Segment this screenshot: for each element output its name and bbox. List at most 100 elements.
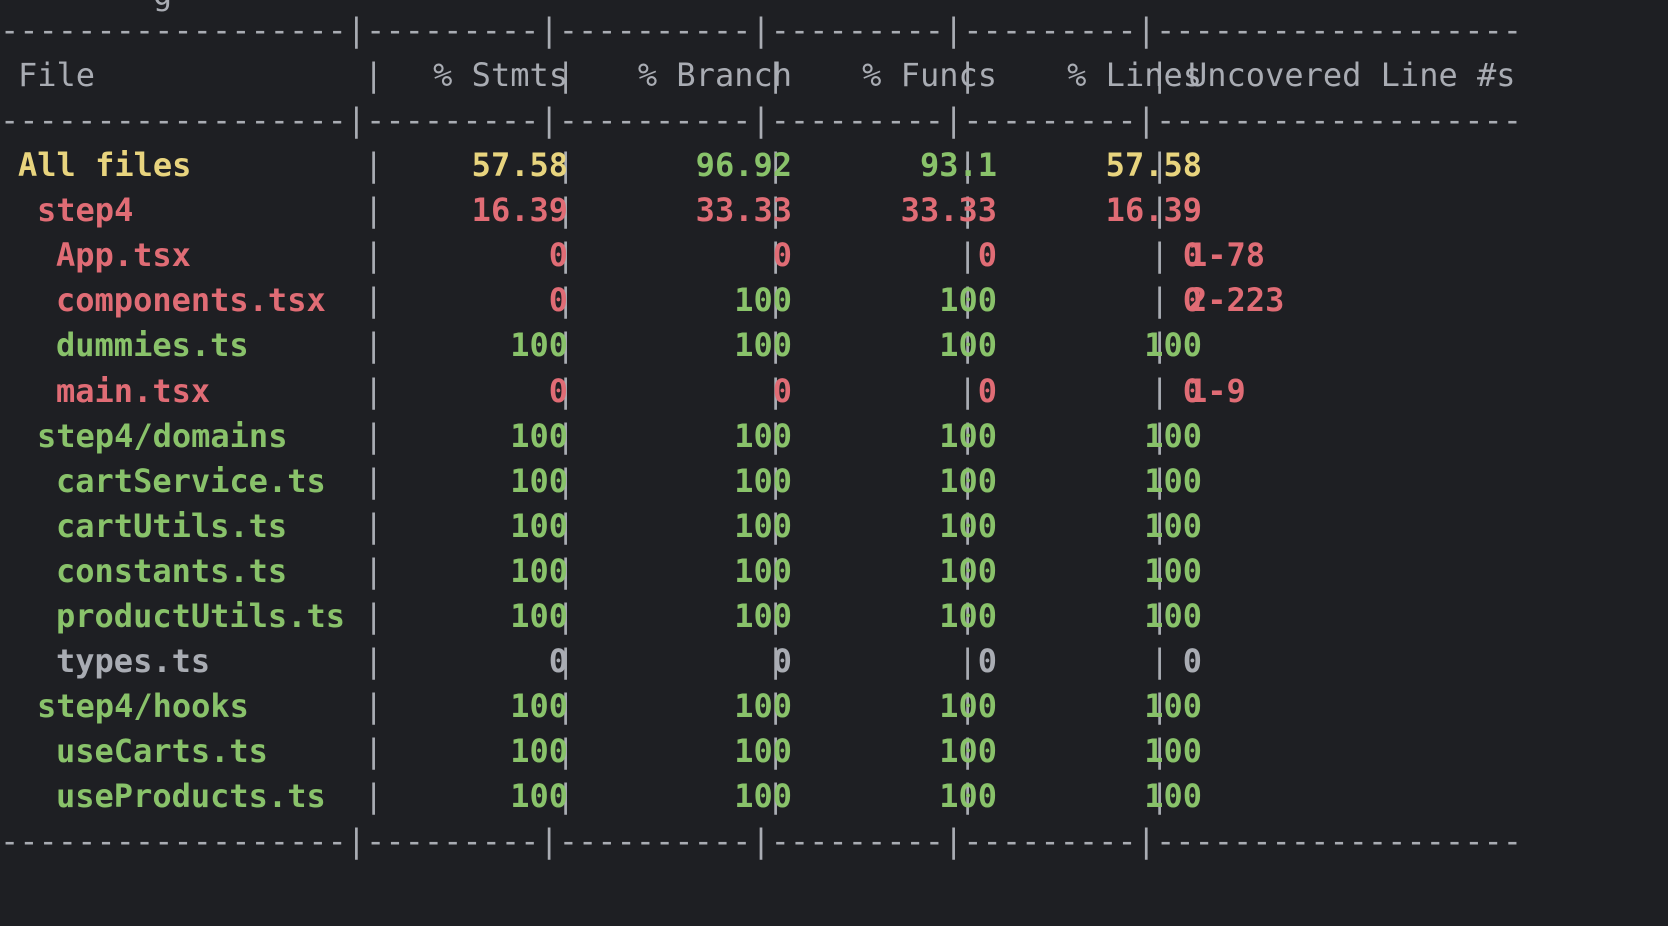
cell-lines: 16.39 — [1105, 191, 1202, 230]
cell-funcs: 100 — [939, 281, 997, 320]
cell-lines: 100 — [1144, 416, 1202, 455]
cell-lines: 100 — [1144, 732, 1202, 771]
cell-stmts: 0 — [548, 236, 568, 275]
table-row: productUtils.ts | | | | | 100 100 100 100 — [0, 592, 1668, 640]
cell-branch: 100 — [734, 777, 792, 816]
column-divider: | — [364, 732, 384, 771]
cell-lines: 0 — [1182, 642, 1202, 681]
cell-stmts: 0 — [548, 281, 568, 320]
cell-lines: 100 — [1144, 506, 1202, 545]
cell-file: step4/hooks — [37, 687, 249, 726]
cell-funcs: 0 — [977, 642, 997, 681]
cell-stmts: 0 — [548, 371, 568, 410]
cell-file: useProducts.ts — [56, 777, 326, 816]
table-row: dummies.ts | | | | | 100 100 100 100 — [0, 321, 1668, 369]
cell-branch: 100 — [734, 551, 792, 590]
header-stmts: % Stmts — [433, 56, 568, 94]
cell-lines: 100 — [1144, 687, 1202, 726]
cell-funcs: 100 — [939, 687, 997, 726]
table-row: main.tsx | | | | | 0 0 0 0 1-9 — [0, 367, 1668, 415]
cell-lines: 100 — [1144, 551, 1202, 590]
cell-uncovered-lines: 2-223 — [1188, 281, 1285, 320]
cell-funcs: 100 — [939, 461, 997, 500]
column-divider: | — [364, 191, 384, 230]
cell-branch: 100 — [734, 687, 792, 726]
cell-file: productUtils.ts — [56, 597, 345, 635]
table-row: useProducts.ts | | | | | 100 100 100 100 — [0, 772, 1668, 820]
cell-file: cartService.ts — [56, 461, 326, 500]
column-divider: | — [364, 551, 384, 590]
cell-stmts: 100 — [510, 461, 568, 500]
cell-file: step4/domains — [37, 416, 288, 455]
cell-stmts: 100 — [510, 687, 568, 726]
cell-funcs: 100 — [939, 326, 997, 365]
column-divider: | — [364, 416, 384, 455]
cell-branch: 100 — [734, 506, 792, 545]
cell-file: main.tsx — [56, 371, 211, 410]
table-separator-header: ------------------|---------|----------|… — [0, 101, 1522, 139]
header-uncovered: Uncovered Line #s — [1188, 56, 1516, 94]
cell-branch: 100 — [734, 326, 792, 365]
cell-lines: 100 — [1144, 777, 1202, 816]
cell-lines: 57.58 — [1105, 146, 1202, 184]
cell-file: step4 — [37, 191, 134, 230]
cell-file: dummies.ts — [56, 326, 249, 365]
cell-funcs: 93.1 — [919, 146, 997, 184]
cell-lines: 100 — [1144, 461, 1202, 500]
cell-branch: 33.33 — [695, 191, 792, 230]
cell-branch: 100 — [734, 281, 792, 320]
column-divider: | — [364, 281, 384, 320]
terminal-window: ──── g ------------------|---------|----… — [0, 0, 1668, 926]
cell-funcs: 100 — [939, 732, 997, 771]
column-divider: | — [958, 56, 978, 94]
column-divider: | — [556, 56, 576, 94]
cell-uncovered-lines: 1-9 — [1188, 371, 1246, 410]
cell-stmts: 100 — [510, 506, 568, 545]
cell-stmts: 100 — [510, 551, 568, 590]
cell-funcs: 100 — [939, 506, 997, 545]
cell-funcs: 100 — [939, 777, 997, 816]
cell-file: App.tsx — [56, 236, 191, 275]
cell-branch: 100 — [734, 416, 792, 455]
column-divider: | — [364, 461, 384, 500]
column-divider: | — [364, 597, 384, 635]
cell-file: useCarts.ts — [56, 732, 268, 771]
cell-file: types.ts — [56, 642, 211, 681]
cell-stmts: 100 — [510, 416, 568, 455]
cell-stmts: 57.58 — [471, 146, 568, 184]
cell-branch: 0 — [772, 371, 792, 410]
cell-funcs: 100 — [939, 551, 997, 590]
column-divider: | — [364, 506, 384, 545]
cell-stmts: 100 — [510, 326, 568, 365]
cell-branch: 0 — [772, 642, 792, 681]
column-divider: | — [364, 642, 384, 681]
cell-branch: 0 — [772, 236, 792, 275]
column-divider: | — [364, 236, 384, 275]
column-divider: | — [364, 56, 384, 94]
column-divider: | — [364, 326, 384, 365]
cell-stmts: 100 — [510, 732, 568, 771]
column-divider: | — [364, 777, 384, 816]
table-row: step4/hooks | | | | | 100 100 100 100 — [0, 682, 1668, 730]
cell-branch: 100 — [734, 597, 792, 635]
cell-funcs: 100 — [939, 416, 997, 455]
table-row: constants.ts | | | | | 100 100 100 100 — [0, 547, 1668, 595]
cell-stmts: 0 — [548, 642, 568, 681]
table-separator-bottom: ------------------|---------|----------|… — [0, 822, 1522, 860]
cell-uncovered-lines: 1-78 — [1188, 236, 1266, 275]
table-row: step4/domains | | | | | 100 100 100 100 — [0, 412, 1668, 460]
cell-file: constants.ts — [56, 551, 288, 590]
header-file: File — [18, 56, 96, 94]
header-lines: % Lines — [1067, 56, 1202, 94]
column-divider: | — [364, 146, 384, 184]
column-divider: | — [364, 371, 384, 410]
table-header: File | % Stmts | % Branch | % Funcs | % … — [0, 51, 1668, 99]
cell-file: All files — [18, 146, 192, 184]
table-row: App.tsx | | | | | 0 0 0 0 1-78 — [0, 231, 1668, 279]
cell-lines: 0 — [1182, 236, 1202, 275]
table-row: step4 | | | | | 16.39 33.33 33.33 16.39 — [0, 186, 1668, 234]
cell-lines: 0 — [1182, 371, 1202, 410]
table-row: components.tsx | | | | | 0 100 100 0 2-223 — [0, 276, 1668, 324]
cell-funcs: 0 — [977, 371, 997, 410]
header-branch: % Branch — [637, 56, 792, 94]
